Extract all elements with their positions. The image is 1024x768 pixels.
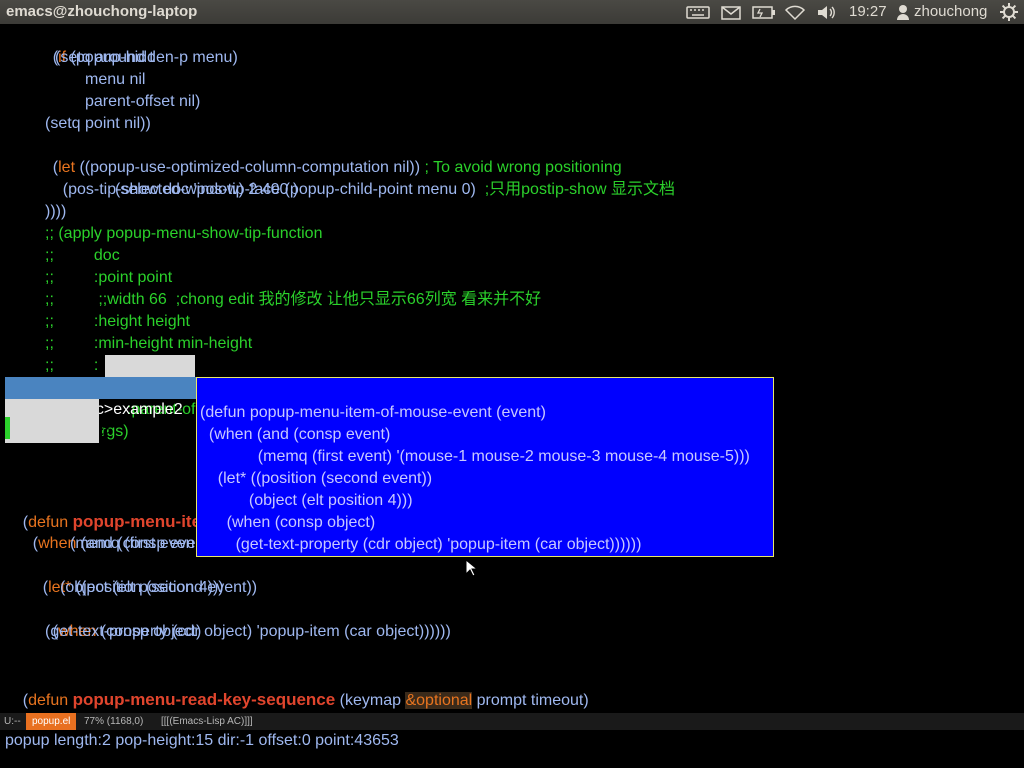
code-line: (let* ((position (second event)) <box>25 555 257 596</box>
completion-candidate: chongs <box>13 445 66 462</box>
keyboard-icon[interactable] <box>686 0 710 24</box>
code-line: (pos-tip-show doc 'pos-tip-face (popup-c… <box>45 157 675 198</box>
code-line: (setq point nil)) <box>45 115 151 132</box>
completion-summary: c> <box>95 445 114 462</box>
tooltip-line: (memq (first event) '(mouse-1 mouse-2 mo… <box>200 448 750 465</box>
tooltip-line: (let* ((position (second event)) <box>200 470 433 487</box>
code-line: parent-offset nil) <box>85 93 201 110</box>
mail-icon[interactable] <box>720 0 742 24</box>
code-comment: ;; :height height <box>45 313 190 330</box>
gear-icon[interactable] <box>998 0 1020 24</box>
top-panel: emacs@zhouchong-laptop 19:27 zhouchong <box>0 0 1024 24</box>
code-comment: ;只用postip-show 显示文档 <box>484 181 675 198</box>
battery-icon[interactable] <box>752 0 776 24</box>
mode-line: U:-- popup.el 77% (1168,0) [[[(Emacs-Lis… <box>0 713 1024 730</box>
code-line: (memq (first even <box>70 535 195 552</box>
tooltip-line: (when (and (consp event) <box>200 426 391 443</box>
buffer-position: 77% (1168,0) <box>84 716 144 727</box>
code-line: (object (elt position 4))) <box>60 579 224 596</box>
code-line: (defun popup-menu-item <box>5 489 216 531</box>
code-line: (when (consp object) <box>35 599 202 640</box>
code-line: (setq around t <box>55 49 154 66</box>
buffer-state: U:-- <box>4 716 21 727</box>
major-modes[interactable]: [[[(Emacs-Lisp AC)]]] <box>161 713 253 730</box>
code-comment: ;; :min-height min-height <box>45 335 253 352</box>
tooltip-line: (get-text-property (cdr object) 'popup-i… <box>200 536 642 553</box>
code-comment: ;; :point point <box>45 269 173 286</box>
documentation-tooltip: (defun popup-menu-item-of-mouse-event (e… <box>196 377 774 557</box>
code-comment: ;; doc <box>45 247 120 264</box>
code-line: (if (popup-hidden-p menu) <box>35 25 238 66</box>
completion-item-selected[interactable]: chongasc>example2 <box>5 377 196 418</box>
completion-summary: c>example2 <box>95 401 183 418</box>
wifi-icon[interactable] <box>784 0 806 24</box>
echo-area: popup length:2 pop-height:15 dir:-1 offs… <box>5 732 399 749</box>
tooltip-line: (defun popup-menu-item-of-mouse-event (e… <box>200 404 546 421</box>
window-title: emacs@zhouchong-laptop <box>6 3 198 20</box>
code-line: )))) <box>45 203 67 220</box>
mouse-pointer-icon <box>465 558 479 582</box>
clock[interactable]: 19:27 <box>849 0 887 24</box>
code-line: (let ((popup-use-optimized-column-comput… <box>35 135 622 176</box>
completion-item[interactable]: chongc> <box>5 399 113 440</box>
code-line: menu nil <box>85 71 146 88</box>
volume-icon[interactable] <box>815 0 837 24</box>
user-name[interactable]: zhouchong <box>914 0 987 24</box>
completion-item[interactable]: example1 <box>105 355 195 396</box>
tooltip-line: (when (consp object) <box>200 514 376 531</box>
code-token: prompt timeout) <box>472 692 589 709</box>
code-line: (selected-window) 2 400 ) <box>115 181 299 198</box>
tooltip-line: (object (elt position 4))) <box>200 492 413 509</box>
text-cursor <box>5 417 10 439</box>
code-line: (get-text-property (cdr object) 'popup-i… <box>45 623 451 640</box>
code-line: (when (and (consp event) <box>15 511 214 552</box>
code-comment: ;; (apply popup-menu-show-tip-function <box>45 225 323 242</box>
code-comment: ;; ;;width 66 ;chong edit 我的修改 让他只显示66列宽… <box>45 291 542 308</box>
code-keyword: &optional <box>405 692 473 709</box>
code-comment: ;; : <box>45 357 103 374</box>
buffer-name[interactable]: popup.el <box>26 713 77 730</box>
code-line: (defun popup-menu-read-key-sequence (key… <box>5 667 589 709</box>
code-line: (catch 'timeout <box>15 689 142 711</box>
user-icon[interactable] <box>896 0 910 24</box>
completion-item[interactable]: chongs c> <box>5 421 113 462</box>
code-token: (keymap <box>335 692 406 709</box>
